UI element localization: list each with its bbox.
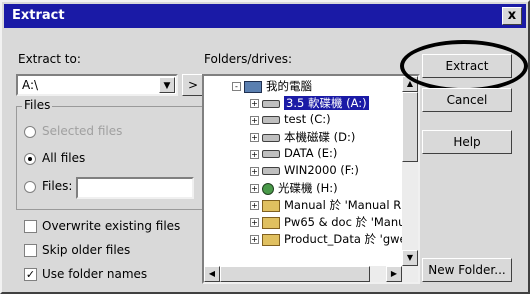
collapse-icon[interactable]: - bbox=[232, 82, 241, 91]
files-input[interactable] bbox=[76, 177, 194, 199]
highlight-circle bbox=[400, 40, 528, 92]
extract-to-combo[interactable]: A:\ ▼ bbox=[16, 74, 178, 96]
files-label: Files: bbox=[42, 179, 73, 193]
network-drive-icon bbox=[262, 199, 280, 212]
expand-icon[interactable]: + bbox=[250, 150, 259, 159]
tree-item-pw65[interactable]: Pw65 & doc 於 'Manu bbox=[262, 214, 405, 230]
tree-item-c[interactable]: test (C:) bbox=[262, 112, 331, 128]
vertical-scrollbar[interactable]: ▲ ▼ bbox=[402, 76, 418, 266]
folder-tree[interactable]: - 我的電腦 + 3.5 軟碟機 (A:) + test (C:) + 本機磁碟… bbox=[202, 74, 420, 284]
expand-icon[interactable]: + bbox=[250, 201, 259, 210]
expand-icon[interactable]: + bbox=[250, 133, 259, 142]
chevron-down-icon[interactable]: ▼ bbox=[159, 77, 175, 93]
extract-to-label: Extract to: bbox=[18, 52, 81, 66]
computer-icon bbox=[244, 80, 262, 93]
extract-dialog: Extract x Extract to: A:\ ▼ > Files Sele… bbox=[0, 0, 530, 294]
expand-icon[interactable]: + bbox=[250, 167, 259, 176]
scroll-left-icon[interactable]: ◀ bbox=[204, 266, 220, 282]
tree-item-e[interactable]: DATA (E:) bbox=[262, 146, 337, 162]
title-bar: Extract x bbox=[4, 4, 526, 28]
skip-older-label: Skip older files bbox=[42, 243, 131, 257]
hard-drive-icon bbox=[262, 133, 280, 142]
vertical-scroll-thumb[interactable] bbox=[402, 92, 418, 162]
expand-icon[interactable]: + bbox=[250, 184, 259, 193]
close-button[interactable]: x bbox=[502, 7, 522, 25]
cd-drive-icon bbox=[262, 182, 274, 195]
skip-older-checkbox[interactable] bbox=[24, 244, 37, 257]
files-radio[interactable] bbox=[24, 181, 36, 193]
horizontal-scroll-thumb[interactable] bbox=[220, 266, 370, 282]
tree-item-h[interactable]: 光碟機 (H:) bbox=[262, 180, 338, 196]
tree-item-manual[interactable]: Manual 於 'Manual Rp bbox=[262, 197, 409, 213]
browse-button[interactable]: > bbox=[182, 74, 204, 96]
use-folder-names-label: Use folder names bbox=[42, 267, 148, 281]
overwrite-checkbox[interactable] bbox=[24, 220, 37, 233]
all-files-radio[interactable] bbox=[24, 153, 36, 165]
tree-item-product[interactable]: Product_Data 於 'gwe bbox=[262, 231, 407, 247]
scroll-down-icon[interactable]: ▼ bbox=[402, 250, 418, 266]
all-files-label: All files bbox=[42, 151, 86, 165]
expand-icon[interactable]: + bbox=[250, 99, 259, 108]
hard-drive-icon bbox=[262, 115, 280, 124]
network-drive-icon bbox=[262, 216, 280, 229]
selected-files-radio[interactable] bbox=[24, 126, 36, 138]
tree-root[interactable]: 我的電腦 bbox=[244, 78, 312, 94]
tree-item-a[interactable]: 3.5 軟碟機 (A:) bbox=[262, 95, 369, 111]
expand-icon[interactable]: + bbox=[250, 116, 259, 125]
expand-icon[interactable]: + bbox=[250, 235, 259, 244]
cancel-button[interactable]: Cancel bbox=[422, 88, 512, 112]
folders-label: Folders/drives: bbox=[204, 52, 293, 66]
files-group-title: Files bbox=[22, 98, 53, 112]
hard-drive-icon bbox=[262, 166, 280, 175]
tree-item-d[interactable]: 本機磁碟 (D:) bbox=[262, 129, 355, 145]
extract-to-value: A:\ bbox=[22, 78, 39, 92]
dialog-title: Extract bbox=[12, 8, 65, 23]
new-folder-button[interactable]: New Folder... bbox=[422, 258, 512, 282]
horizontal-scrollbar[interactable]: ◀ ▶ bbox=[204, 266, 418, 282]
scroll-right-icon[interactable]: ▶ bbox=[386, 266, 402, 282]
selected-files-label: Selected files bbox=[42, 124, 123, 138]
use-folder-names-checkbox[interactable]: ✓ bbox=[24, 268, 37, 281]
help-button[interactable]: Help bbox=[422, 130, 512, 154]
expand-icon[interactable]: + bbox=[250, 218, 259, 227]
overwrite-label: Overwrite existing files bbox=[42, 219, 181, 233]
hard-drive-icon bbox=[262, 149, 280, 158]
tree-item-f[interactable]: WIN2000 (F:) bbox=[262, 163, 359, 179]
network-drive-icon bbox=[262, 233, 280, 246]
floppy-drive-icon bbox=[262, 99, 280, 108]
